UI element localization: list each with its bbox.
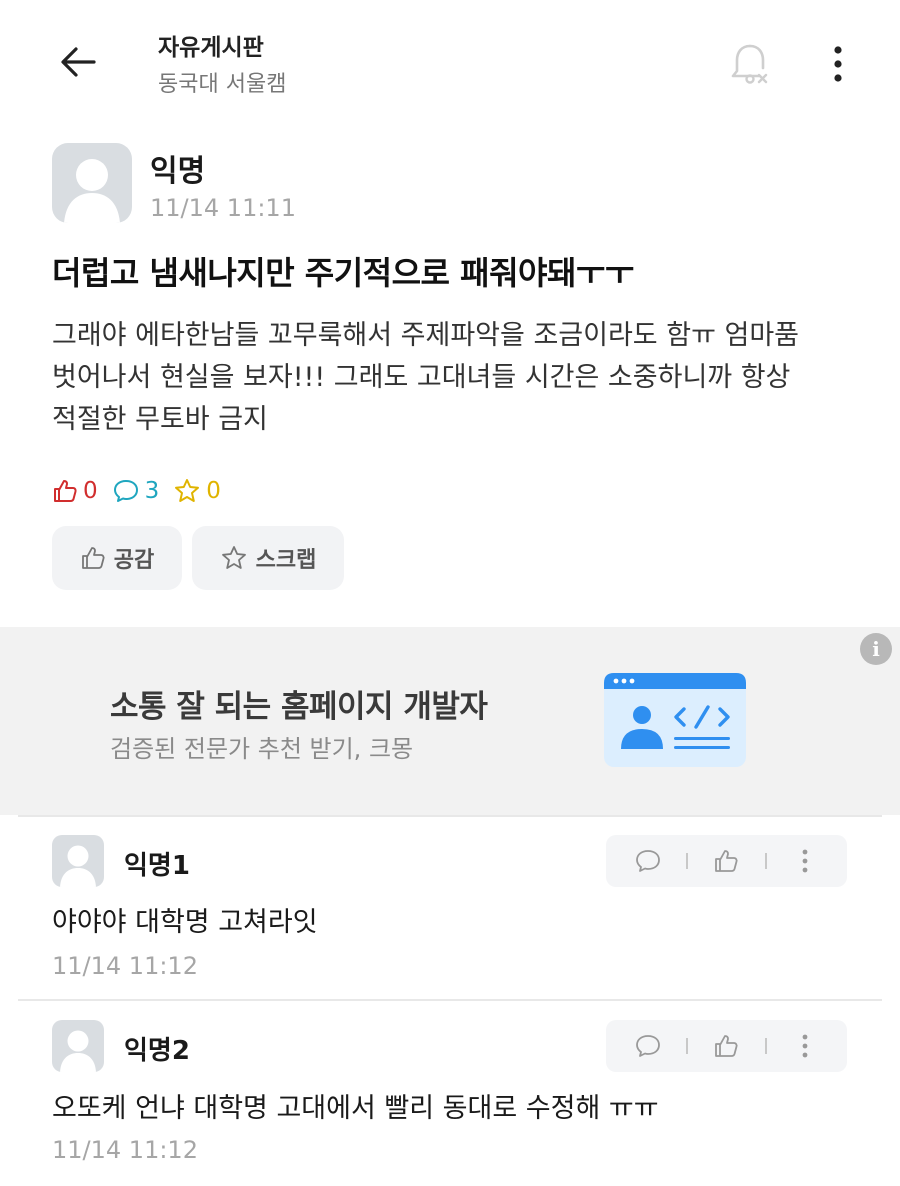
- ad-subtitle: 검증된 전문가 추천 받기, 크몽: [110, 735, 414, 763]
- scrap-count: 0: [173, 477, 221, 505]
- comment-more-button[interactable]: [780, 1024, 830, 1068]
- board-subtitle: 동국대 서울캠: [158, 72, 287, 97]
- comment-like-button[interactable]: [701, 839, 751, 883]
- post-body: 그래야 에타한남들 꼬무룩해서 주제파악을 조금이라도 함ㅠ 엄마품 벗어나서 …: [52, 315, 852, 441]
- thumbs-up-icon: [81, 547, 105, 569]
- comment-count: 3: [112, 478, 160, 504]
- toolbar-separator: [686, 1038, 689, 1054]
- post-body-line: 적절한 무토바 금지: [52, 404, 268, 435]
- like-count-value: 0: [83, 478, 98, 504]
- ad-banner[interactable]: i 소통 잘 되는 홈페이지 개발자 검증된 전문가 추천 받기, 크몽: [0, 627, 900, 815]
- more-vertical-icon: [834, 46, 842, 82]
- scrap-button-label: 스크랩: [255, 548, 317, 573]
- star-icon: [221, 546, 246, 569]
- comment-avatar: [52, 835, 104, 887]
- comment-time: 11/14 11:12: [52, 1136, 198, 1164]
- ad-title: 소통 잘 되는 홈페이지 개발자: [110, 689, 488, 725]
- default-avatar-icon: [64, 159, 120, 223]
- post-stats: 0 3 0: [52, 474, 235, 508]
- comment-like-button[interactable]: [701, 1024, 751, 1068]
- comment-divider: [18, 999, 882, 1001]
- comment-text: 오또케 언냐 대학명 고대에서 빨리 동대로 수정해 ㅠㅠ: [52, 1093, 659, 1124]
- scrap-button[interactable]: 스크랩: [192, 526, 344, 590]
- post-time: 11/14 11:11: [150, 194, 296, 222]
- like-button[interactable]: 공감: [52, 526, 182, 590]
- app-header: 자유게시판 동국대 서울캠: [0, 0, 900, 120]
- like-count: 0: [52, 478, 98, 504]
- post-body-line: 그래야 에타한남들 꼬무룩해서 주제파악을 조금이라도 함ㅠ 엄마품: [52, 320, 800, 351]
- comment-divider: [18, 815, 882, 817]
- post-title: 더럽고 냄새나지만 주기적으로 패줘야돼ㅜㅜ: [52, 254, 634, 292]
- comment-toolbar: [606, 1020, 847, 1072]
- comment-toolbar: [606, 835, 847, 887]
- post-body-line: 벗어나서 현실을 보자!!! 그래도 고대녀들 시간은 소중하니까 항상: [52, 362, 791, 393]
- more-vertical-icon: [802, 849, 808, 873]
- more-options-button[interactable]: [812, 36, 864, 92]
- default-avatar-icon: [60, 845, 96, 887]
- board-title: 자유게시판: [158, 35, 264, 61]
- thumbs-up-icon: [715, 1035, 738, 1057]
- comment-text: 야야야 대학명 고쳐라잇: [52, 907, 318, 938]
- comment-icon: [113, 480, 138, 502]
- notification-toggle-button[interactable]: [722, 36, 778, 92]
- reply-button[interactable]: [623, 839, 673, 883]
- back-button[interactable]: [52, 36, 104, 88]
- comment-count-value: 3: [144, 478, 160, 504]
- developer-illustration: [604, 673, 746, 767]
- info-icon[interactable]: i: [860, 633, 892, 665]
- toolbar-separator: [764, 853, 767, 869]
- comment-icon: [635, 1035, 660, 1057]
- thumbs-up-icon: [54, 480, 77, 502]
- like-button-label: 공감: [113, 548, 155, 573]
- author-avatar: [52, 143, 132, 223]
- comment-icon: [635, 850, 660, 872]
- toolbar-separator: [764, 1038, 767, 1054]
- toolbar-separator: [686, 853, 689, 869]
- comment-more-button[interactable]: [780, 839, 830, 883]
- reply-button[interactable]: [623, 1024, 673, 1068]
- back-arrow-icon: [61, 47, 96, 77]
- default-avatar-icon: [60, 1030, 96, 1072]
- comment-time: 11/14 11:12: [52, 952, 198, 980]
- comment-avatar: [52, 1020, 104, 1072]
- comment-author: 익명1: [124, 851, 190, 881]
- bell-off-icon: [731, 44, 768, 84]
- post-author: 익명: [150, 154, 206, 189]
- comment-author: 익명2: [124, 1036, 190, 1066]
- more-vertical-icon: [802, 1034, 808, 1058]
- scrap-count-value: 0: [206, 478, 221, 504]
- star-icon: [175, 479, 200, 502]
- thumbs-up-icon: [715, 850, 738, 872]
